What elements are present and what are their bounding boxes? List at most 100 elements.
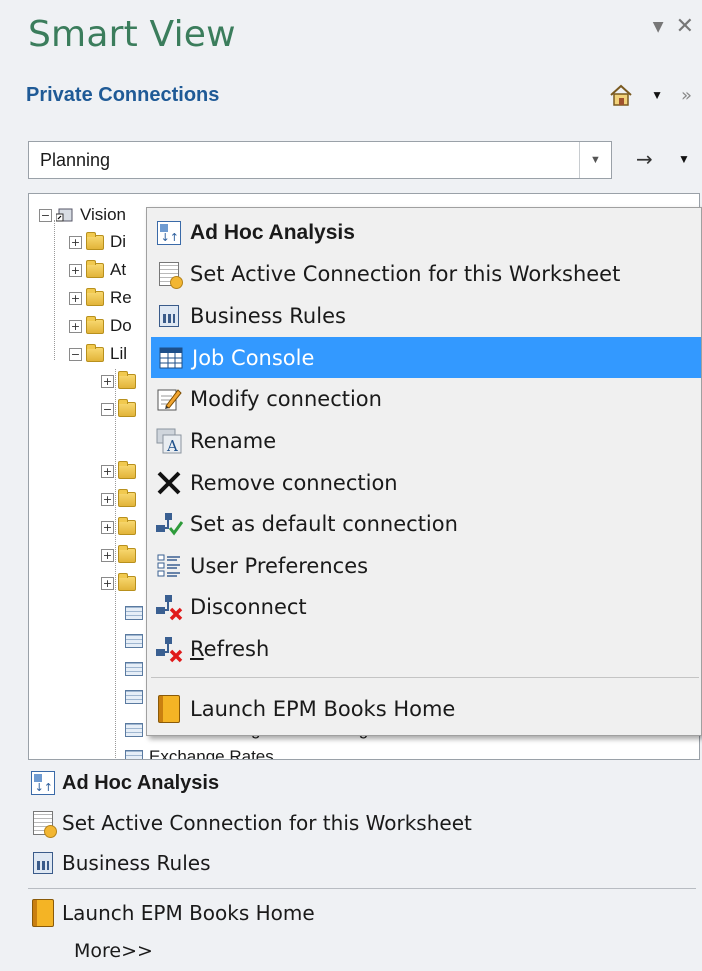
tree-item[interactable]: + Do [69, 315, 132, 336]
form-icon [125, 662, 143, 676]
folder-icon [118, 489, 136, 507]
form-item-label: Exchange Rates [149, 747, 274, 760]
expand-node-icon[interactable]: + [101, 375, 114, 388]
worksheet-connection-icon [154, 259, 184, 289]
tree-item[interactable]: − [101, 399, 142, 417]
default-connection-icon [154, 509, 184, 539]
action-business-rules[interactable]: Business Rules [28, 848, 211, 878]
menu-item-ad-hoc-analysis[interactable]: Ad Hoc Analysis [149, 212, 701, 253]
pane-menu-icon[interactable]: ▼ [653, 19, 664, 35]
expand-node-icon[interactable]: + [101, 493, 114, 506]
menu-item-label: Rename [190, 428, 277, 453]
menu-item-disconnect[interactable]: Disconnect [149, 586, 701, 627]
folder-icon [118, 461, 136, 479]
menu-item-remove-connection[interactable]: Remove connection [149, 462, 701, 503]
book-icon [28, 898, 58, 928]
action-separator [28, 888, 696, 889]
menu-item-label: Modify connection [190, 386, 382, 411]
expand-node-icon[interactable]: + [69, 291, 82, 305]
form-item[interactable]: Exchange Rates [125, 747, 274, 760]
job-console-icon [156, 343, 186, 373]
menu-item-set-default-connection[interactable]: Set as default connection [149, 503, 701, 544]
close-icon[interactable]: ✕ [676, 14, 694, 39]
expand-node-icon[interactable]: + [101, 521, 114, 534]
expand-node-icon[interactable]: + [69, 263, 82, 277]
tree-item[interactable]: + [101, 517, 142, 535]
context-menu: Ad Hoc Analysis Set Active Connection fo… [146, 207, 702, 736]
folder-icon [86, 231, 104, 250]
tree-item[interactable]: + Re [69, 287, 132, 308]
folder-icon [118, 517, 136, 535]
folder-icon [118, 371, 136, 389]
remove-icon [154, 468, 184, 498]
refresh-icon [154, 634, 184, 664]
tree-item[interactable]: + [101, 371, 142, 389]
home-icon[interactable] [609, 84, 633, 106]
menu-item-refresh[interactable]: Refresh [149, 628, 701, 669]
form-icon [125, 606, 143, 620]
action-ad-hoc-analysis[interactable]: Ad Hoc Analysis [28, 768, 219, 798]
form-icon [125, 723, 143, 737]
worksheet-connection-icon [28, 808, 58, 838]
menu-item-launch-epm-books[interactable]: Launch EPM Books Home [149, 688, 701, 729]
expand-node-icon[interactable]: + [69, 319, 82, 333]
form-icon [125, 634, 143, 648]
menu-item-label: Business Rules [190, 303, 346, 328]
tree-item-label: Lil [110, 344, 128, 363]
ad-hoc-icon [154, 218, 184, 248]
folder-icon [86, 343, 104, 362]
form-icon [125, 690, 143, 704]
tree-item[interactable]: + [101, 461, 142, 479]
menu-item-label: Launch EPM Books Home [190, 696, 456, 721]
menu-item-job-console[interactable]: Job Console [151, 337, 701, 378]
tree-root[interactable]: − Vision [39, 205, 126, 225]
collapse-icon[interactable]: − [39, 208, 52, 222]
connection-select[interactable]: Planning ▼ [28, 141, 612, 179]
menu-item-label: Set as default connection [190, 511, 458, 536]
action-launch-epm-books[interactable]: Launch EPM Books Home [28, 898, 315, 928]
tree-item[interactable]: + [101, 489, 142, 507]
tree-item[interactable]: + At [69, 259, 126, 280]
connection-menu-icon[interactable]: ▼ [678, 152, 690, 166]
menu-separator [151, 677, 699, 678]
menu-item-label: Refresh [190, 636, 270, 661]
tree-item-label: Di [110, 232, 127, 251]
menu-item-modify-connection[interactable]: Modify connection [149, 378, 701, 419]
edit-icon [154, 384, 184, 414]
expand-node-icon[interactable]: + [101, 465, 114, 478]
action-label: Ad Hoc Analysis [62, 771, 220, 794]
action-label: Launch EPM Books Home [62, 901, 315, 925]
menu-item-set-active-connection[interactable]: Set Active Connection for this Worksheet [149, 253, 701, 294]
menu-item-label: Disconnect [190, 594, 307, 619]
expand-node-icon[interactable]: + [101, 549, 114, 562]
tree-item[interactable]: + [101, 573, 142, 591]
menu-item-label: Set Active Connection for this Worksheet [190, 261, 621, 286]
menu-item-user-preferences[interactable]: User Preferences [149, 545, 701, 586]
chevron-down-icon[interactable]: ▼ [579, 142, 611, 178]
folder-icon [86, 259, 104, 278]
connections-heading[interactable]: Private Connections [26, 84, 219, 107]
ad-hoc-icon [28, 768, 58, 798]
more-link[interactable]: More>> [74, 940, 153, 962]
expand-node-icon[interactable]: + [101, 577, 114, 590]
tree-item[interactable]: + [101, 545, 142, 563]
expand-icon[interactable]: » [681, 85, 692, 106]
collapse-icon[interactable]: − [69, 347, 82, 361]
action-set-active-connection[interactable]: Set Active Connection for this Worksheet [28, 808, 472, 838]
calculator-icon [154, 301, 184, 331]
rename-icon: A [154, 426, 184, 456]
folder-icon [118, 573, 136, 591]
pane-controls: ▼ ✕ [653, 14, 694, 39]
expand-node-icon[interactable]: + [69, 235, 82, 249]
folder-icon [86, 315, 104, 334]
tree-item[interactable]: + Di [69, 231, 127, 252]
form-icon [125, 750, 143, 759]
menu-item-label: Remove connection [190, 470, 398, 495]
collapse-icon[interactable]: − [101, 403, 114, 416]
menu-item-rename[interactable]: A Rename [149, 420, 701, 461]
menu-item-business-rules[interactable]: Business Rules [149, 295, 701, 336]
tree-item[interactable]: − Lil [69, 343, 128, 364]
action-label: Set Active Connection for this Worksheet [62, 811, 472, 835]
go-arrow-icon[interactable]: → [636, 147, 653, 171]
home-dropdown-icon[interactable]: ▼ [651, 88, 663, 102]
